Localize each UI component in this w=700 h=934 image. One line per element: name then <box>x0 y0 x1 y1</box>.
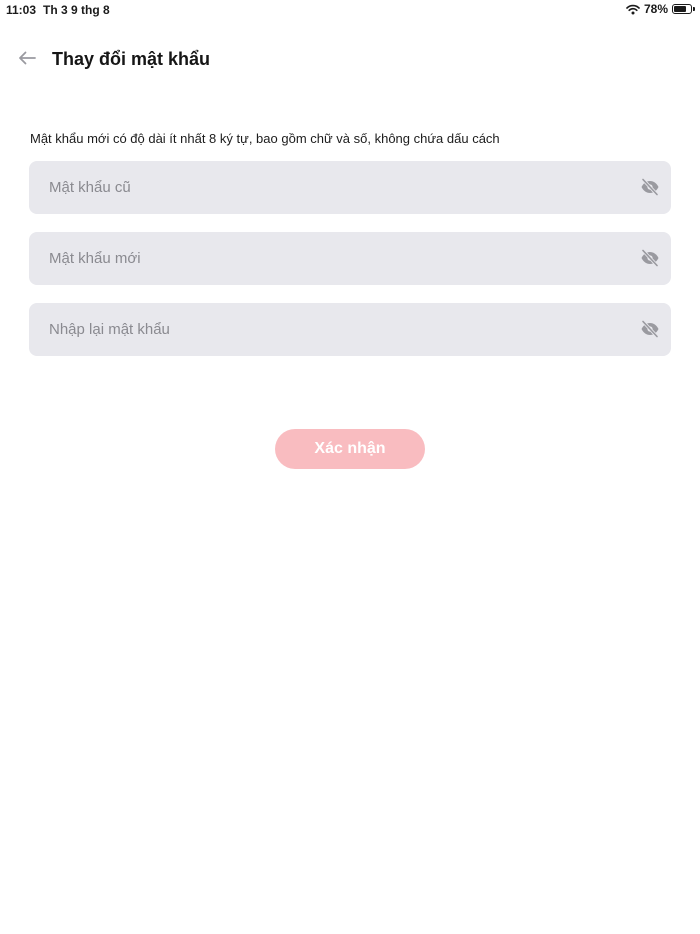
confirm-button[interactable]: Xác nhận <box>275 429 425 469</box>
battery-level <box>674 6 687 12</box>
status-date: Th 3 9 thg 8 <box>43 3 110 17</box>
eye-off-icon[interactable] <box>639 318 661 340</box>
status-indicators: 78% <box>626 2 695 16</box>
page-title: Thay đổi mật khẩu <box>52 49 211 69</box>
eye-off-icon[interactable] <box>639 247 661 269</box>
arrow-left-icon <box>17 50 37 71</box>
battery-percent: 78% <box>643 2 668 16</box>
status-bar: 11:03 Th 3 9 thg 8 78% <box>0 0 700 20</box>
new-password-field <box>29 232 671 285</box>
old-password-field <box>29 161 671 214</box>
header: Thay đổi mật khẩu <box>0 40 700 80</box>
confirm-password-field <box>29 303 671 356</box>
eye-off-icon[interactable] <box>639 176 661 198</box>
old-password-input[interactable] <box>29 161 671 214</box>
password-requirements-hint: Mật khẩu mới có độ dài ít nhất 8 ký tự, … <box>30 131 500 146</box>
wifi-icon <box>626 4 640 15</box>
status-time: 11:03 <box>6 3 37 17</box>
confirm-password-input[interactable] <box>29 303 671 356</box>
back-button[interactable] <box>14 48 40 72</box>
battery-icon <box>672 4 695 14</box>
new-password-input[interactable] <box>29 232 671 285</box>
